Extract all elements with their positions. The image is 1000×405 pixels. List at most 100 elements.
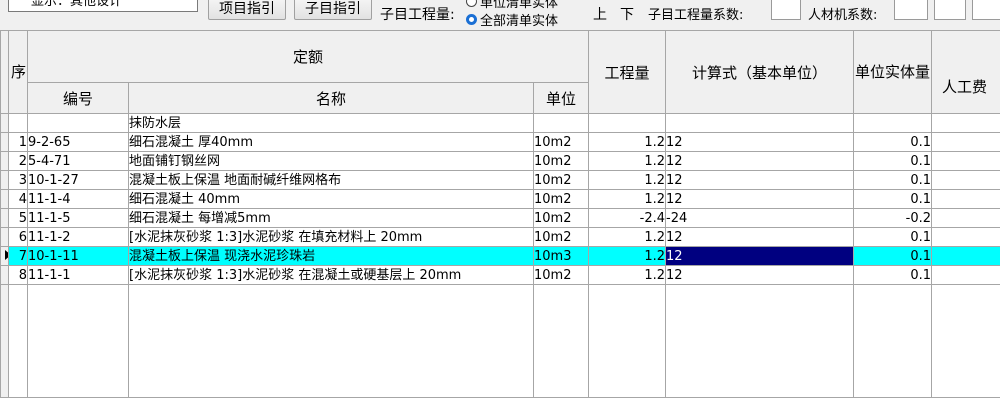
- qty-cell[interactable]: 1.2: [588, 132, 667, 152]
- name-cell[interactable]: 地面铺钉钢丝网: [128, 151, 534, 171]
- table-row[interactable]: 3 10-1-27 混凝土板上保温 地面耐碱纤维网格布 10m2 1.2 12 0.1: [0, 170, 1000, 190]
- down-button[interactable]: 下: [620, 4, 634, 24]
- seq-cell[interactable]: 5: [8, 208, 28, 228]
- unit-entity-cell[interactable]: 0.1: [853, 170, 933, 190]
- labor-coef-input-2[interactable]: [934, 0, 966, 20]
- formula-cell[interactable]: 12: [665, 170, 855, 190]
- unit-entity-cell[interactable]: 0.1: [853, 227, 933, 247]
- radio-unit-entity-icon[interactable]: [466, 0, 477, 7]
- code-cell[interactable]: 10-1-11: [27, 246, 129, 266]
- name-cell[interactable]: [水泥抹灰砂浆 1:3]水泥砂浆 在填充材料上 20mm: [128, 227, 534, 247]
- formula-cell[interactable]: [665, 113, 855, 133]
- radio-all-entity-icon[interactable]: [466, 14, 477, 25]
- row-indicator[interactable]: [0, 132, 9, 152]
- radio-all-entity[interactable]: 全部清单实体: [466, 10, 558, 29]
- qty-cell[interactable]: -2.4: [588, 208, 667, 228]
- code-cell[interactable]: [27, 113, 129, 133]
- qty-cell[interactable]: [588, 113, 667, 133]
- row-indicator[interactable]: [0, 246, 9, 266]
- table-row[interactable]: 8 11-1-1 [水泥抹灰砂浆 1:3]水泥砂浆 在混凝土或硬基层上 20mm 10…: [0, 265, 1000, 285]
- table-row[interactable]: 2 5-4-71 地面铺钉钢丝网 10m2 1.2 12 0.1: [0, 151, 1000, 171]
- labor-cell[interactable]: [931, 170, 1000, 190]
- seq-cell[interactable]: 3: [8, 170, 28, 190]
- unit-cell[interactable]: 10m3: [532, 246, 590, 266]
- unit-entity-cell[interactable]: 0.1: [853, 151, 933, 171]
- table-row[interactable]: 抹防水层: [0, 113, 1000, 133]
- unit-cell[interactable]: [532, 113, 590, 133]
- seq-cell[interactable]: 6: [8, 227, 28, 247]
- labor-cell[interactable]: [931, 189, 1000, 209]
- labor-cell[interactable]: [931, 151, 1000, 171]
- unit-cell[interactable]: 10m2: [532, 208, 590, 228]
- labor-cell[interactable]: [931, 227, 1000, 247]
- name-cell[interactable]: 抹防水层: [128, 113, 534, 133]
- name-cell[interactable]: 细石混凝土 厚40mm: [128, 132, 534, 152]
- qty-cell[interactable]: 1.2: [588, 246, 667, 266]
- table-row[interactable]: 6 11-1-2 [水泥抹灰砂浆 1:3]水泥砂浆 在填充材料上 20mm 10m2 1…: [0, 227, 1000, 247]
- unit-entity-cell[interactable]: 0.1: [853, 246, 933, 266]
- row-indicator[interactable]: [0, 265, 9, 285]
- unit-entity-cell[interactable]: 0.1: [853, 189, 933, 209]
- unit-entity-cell[interactable]: 0.1: [853, 265, 933, 285]
- seq-cell[interactable]: [8, 113, 28, 133]
- row-indicator[interactable]: [0, 113, 9, 133]
- row-indicator[interactable]: [0, 189, 9, 209]
- project-guide-button[interactable]: 项目指引: [208, 0, 286, 20]
- labor-coef-input-3[interactable]: [972, 0, 1000, 20]
- unit-cell[interactable]: 10m2: [532, 227, 590, 247]
- row-indicator[interactable]: [0, 208, 9, 228]
- formula-cell[interactable]: 12: [665, 151, 855, 171]
- table-row[interactable]: 4 11-1-4 细石混凝土 40mm 10m2 1.2 12 0.1: [0, 189, 1000, 209]
- seq-cell[interactable]: 7: [8, 246, 28, 266]
- formula-cell[interactable]: 12: [665, 189, 855, 209]
- unit-cell[interactable]: 10m2: [532, 265, 590, 285]
- qty-cell[interactable]: 1.2: [588, 170, 667, 190]
- name-cell[interactable]: 细石混凝土 40mm: [128, 189, 534, 209]
- formula-cell[interactable]: 12: [665, 132, 855, 152]
- name-cell[interactable]: 混凝土板上保温 地面耐碱纤维网格布: [128, 170, 534, 190]
- unit-cell[interactable]: 10m2: [532, 132, 590, 152]
- seq-cell[interactable]: 4: [8, 189, 28, 209]
- code-cell[interactable]: 11-1-4: [27, 189, 129, 209]
- labor-cell[interactable]: [931, 246, 1000, 266]
- code-cell[interactable]: 11-1-2: [27, 227, 129, 247]
- formula-cell[interactable]: 12: [665, 246, 855, 266]
- code-cell[interactable]: 10-1-27: [27, 170, 129, 190]
- table-row[interactable]: 7 10-1-11 混凝土板上保温 现浇水泥珍珠岩 10m3 1.2 12 0.1: [0, 246, 1000, 266]
- formula-cell[interactable]: 12: [665, 265, 855, 285]
- table-row[interactable]: 1 9-2-65 细石混凝土 厚40mm 10m2 1.2 12 0.1: [0, 132, 1000, 152]
- code-cell[interactable]: 11-1-5: [27, 208, 129, 228]
- seq-cell[interactable]: 8: [8, 265, 28, 285]
- up-button[interactable]: 上: [593, 4, 607, 24]
- unit-cell[interactable]: 10m2: [532, 170, 590, 190]
- labor-cell[interactable]: [931, 265, 1000, 285]
- sub-qty-coef-input[interactable]: [771, 0, 801, 20]
- unit-cell[interactable]: 10m2: [532, 151, 590, 171]
- sub-guide-button[interactable]: 子目指引: [294, 0, 372, 20]
- labor-cell[interactable]: [931, 208, 1000, 228]
- code-cell[interactable]: 9-2-65: [27, 132, 129, 152]
- name-cell[interactable]: 细石混凝土 每增减5mm: [128, 208, 534, 228]
- formula-cell[interactable]: -24: [665, 208, 855, 228]
- qty-cell[interactable]: 1.2: [588, 227, 667, 247]
- unit-cell[interactable]: 10m2: [532, 189, 590, 209]
- unit-entity-cell[interactable]: 0.1: [853, 132, 933, 152]
- name-cell[interactable]: [水泥抹灰砂浆 1:3]水泥砂浆 在混凝土或硬基层上 20mm: [128, 265, 534, 285]
- code-cell[interactable]: 11-1-1: [27, 265, 129, 285]
- row-indicator[interactable]: [0, 227, 9, 247]
- display-mode-combo[interactable]: 显示：其他设计: [8, 0, 198, 12]
- qty-cell[interactable]: 1.2: [588, 151, 667, 171]
- qty-cell[interactable]: 1.2: [588, 265, 667, 285]
- seq-cell[interactable]: 2: [8, 151, 28, 171]
- unit-entity-cell[interactable]: [853, 113, 933, 133]
- name-cell[interactable]: 混凝土板上保温 现浇水泥珍珠岩: [128, 246, 534, 266]
- labor-cell[interactable]: [931, 132, 1000, 152]
- labor-cell[interactable]: [931, 113, 1000, 133]
- table-row[interactable]: 5 11-1-5 细石混凝土 每增减5mm 10m2 -2.4 -24 -0.2: [0, 208, 1000, 228]
- row-indicator[interactable]: [0, 170, 9, 190]
- unit-entity-cell[interactable]: -0.2: [853, 208, 933, 228]
- qty-cell[interactable]: 1.2: [588, 189, 667, 209]
- row-indicator[interactable]: [0, 151, 9, 171]
- labor-coef-input-1[interactable]: [894, 0, 928, 20]
- code-cell[interactable]: 5-4-71: [27, 151, 129, 171]
